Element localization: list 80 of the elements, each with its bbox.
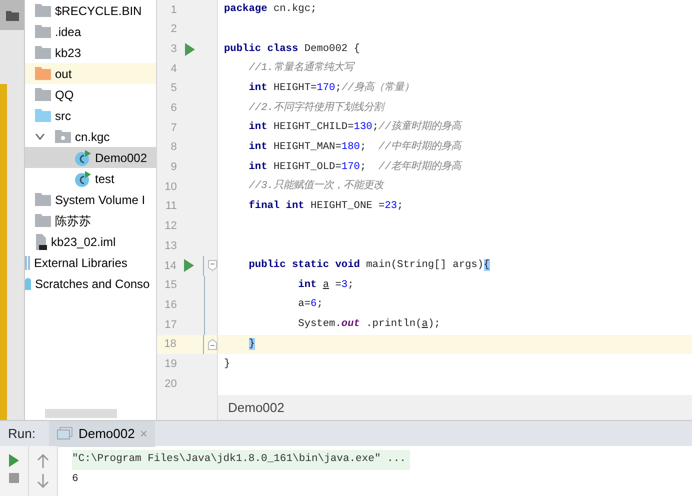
tree-item[interactable]: System Volume I <box>25 189 156 210</box>
line-number: 17 <box>164 318 177 333</box>
line-number: 9 <box>170 160 177 176</box>
line-number: 16 <box>164 298 177 313</box>
folder-icon <box>35 67 51 80</box>
folder-icon <box>35 193 51 206</box>
code-line: final int HEIGHT_ONE =23; <box>248 199 404 214</box>
folder-icon <box>35 46 51 59</box>
line-number: 1 <box>170 2 177 18</box>
tree-item[interactable]: Scratches and Conso <box>25 273 156 294</box>
code-line: //2.不同字符使用下划线分割 <box>248 100 384 116</box>
line-number: 20 <box>164 376 177 392</box>
fold-icon[interactable] <box>208 338 217 350</box>
line-number: 12 <box>164 219 177 234</box>
line-number: 2 <box>170 22 177 38</box>
code-line: public static void main(String[] args){ <box>248 258 490 274</box>
line-number: 7 <box>170 120 177 136</box>
scrollbar-thumb[interactable] <box>45 409 117 418</box>
line-number: 11 <box>164 199 177 214</box>
code-line: int HEIGHT_MAN=180; //中年时期的身高 <box>248 140 461 155</box>
line-number: 8 <box>170 140 177 156</box>
package-icon <box>55 130 71 143</box>
code-line: } <box>224 356 230 372</box>
line-number: 10 <box>164 180 177 195</box>
folder-icon <box>6 10 18 20</box>
run-icon[interactable] <box>184 42 195 56</box>
tree-item[interactable]: src <box>25 105 156 126</box>
down-arrow-icon[interactable] <box>37 474 49 488</box>
tree-item[interactable]: kb23_02.iml <box>25 231 156 252</box>
line-number: 15 <box>164 278 177 294</box>
folder-icon <box>35 109 51 122</box>
library-icon <box>25 256 30 270</box>
tree-item[interactable]: test <box>25 168 156 189</box>
line-number: 4 <box>170 62 177 77</box>
folder-icon <box>35 88 51 101</box>
line-number: 14 <box>163 258 176 274</box>
up-arrow-icon[interactable] <box>37 454 49 468</box>
code-line: int HEIGHT_OLD=170; //老年时期的身高 <box>248 160 461 175</box>
class-icon <box>75 150 91 166</box>
line-number: 13 <box>164 238 177 254</box>
tree-item[interactable]: 陈苏苏 <box>25 210 156 231</box>
console-command: "C:\Program Files\Java\jdk1.8.0_161\bin\java.exe" ... <box>72 450 410 470</box>
line-number: 19 <box>164 356 177 372</box>
tree-item[interactable]: $RECYCLE.BIN <box>25 0 156 21</box>
run-icon[interactable] <box>8 454 20 467</box>
run-tab[interactable]: Demo002 × <box>49 420 156 446</box>
tree-item[interactable]: QQ <box>25 84 156 105</box>
breadcrumb[interactable]: Demo002 <box>218 395 692 420</box>
tree-item[interactable]: Demo002 <box>25 147 156 168</box>
console-icon <box>57 427 74 440</box>
code-line: a=6; <box>297 297 323 312</box>
code-line: int a =3; <box>297 278 354 293</box>
run-label: Run: <box>8 424 36 443</box>
run-icon[interactable] <box>184 259 194 272</box>
console-output: 6 <box>72 472 80 488</box>
project-tool-button[interactable] <box>0 0 24 30</box>
tree-item[interactable]: .idea <box>25 21 156 42</box>
code-line: System.out .println(a); <box>297 317 440 332</box>
fold-icon[interactable] <box>208 260 217 272</box>
code-line: //3.只能赋值一次，不能更改 <box>248 179 384 194</box>
code-line: //1.常量名通常纯大写 <box>248 61 354 76</box>
chevron-icon <box>35 132 45 140</box>
code-line: public class Demo002 { <box>224 42 360 56</box>
folder-icon <box>35 214 51 227</box>
line-number: 6 <box>170 101 177 116</box>
scratch-icon <box>25 278 31 290</box>
tree-item[interactable]: out <box>25 63 156 84</box>
code-line: package cn.kgc; <box>224 2 317 18</box>
tree-item[interactable]: External Libraries <box>25 252 156 273</box>
code-line: int HEIGHT=170;//身高（常量） <box>248 80 414 96</box>
class-icon <box>75 170 91 186</box>
folder-icon <box>35 25 51 38</box>
line-number: 18 <box>163 337 176 352</box>
line-number: 3 <box>170 42 177 57</box>
folder-icon <box>35 4 51 17</box>
tree-item[interactable]: kb23 <box>25 42 156 63</box>
file-icon <box>35 234 47 250</box>
tree-item[interactable]: cn.kgc <box>25 126 156 147</box>
line-number: 5 <box>170 81 177 96</box>
code-line: int HEIGHT_CHILD=130;//孩童时期的身高 <box>248 120 461 136</box>
